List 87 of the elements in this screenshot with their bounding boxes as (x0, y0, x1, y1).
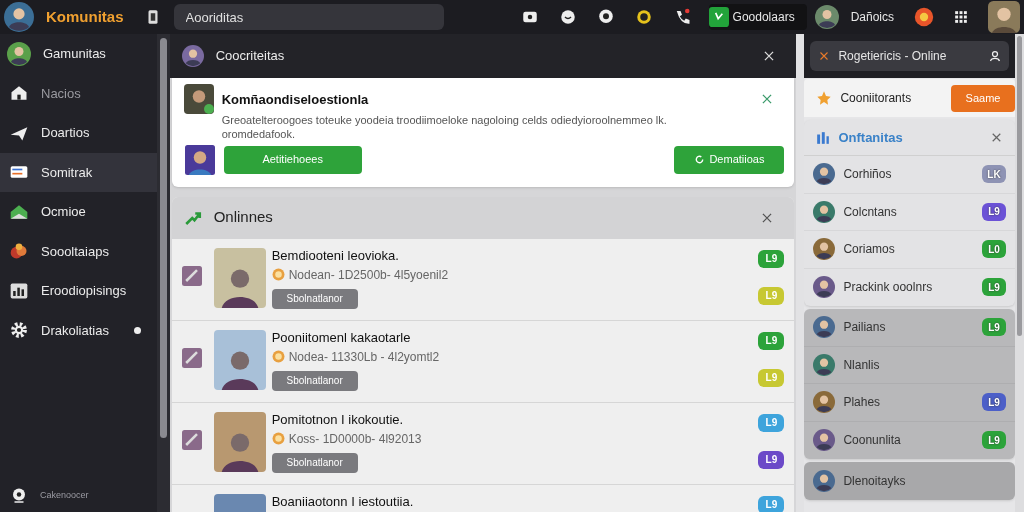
notification-title: Komñaondiseloestionla (221, 91, 370, 109)
contact-row[interactable]: Colcntans L9 (804, 193, 1015, 231)
list-row[interactable]: Boaniiaotonn I iestoutiia. L9 (171, 484, 795, 512)
sidebar-item[interactable]: Soooltaiaps (0, 231, 157, 271)
row-title: Pomitotnon I ikokoutie. (271, 411, 405, 428)
contact-row[interactable]: Plahes L9 (804, 384, 1015, 422)
row-title: Bemdiooteni leovioka. (271, 247, 400, 264)
avatar-icon (813, 391, 836, 414)
count-badge: L9 (758, 495, 785, 512)
count-badge: L9 (982, 202, 1006, 221)
promo-label: Cooniitorants (840, 90, 913, 107)
contact-row[interactable]: Corhiños LK (804, 156, 1015, 194)
badge-icon[interactable] (914, 7, 934, 27)
sidebar-item[interactable]: Drakoliatias (0, 310, 157, 350)
group-title: Onftanitas (838, 128, 904, 147)
scrollbar[interactable] (1017, 36, 1022, 336)
avatar-icon (813, 469, 836, 492)
avatar-icon (183, 84, 214, 114)
footer-text: Cakenoocer (40, 489, 89, 503)
list-row[interactable]: Pomitotnon I ikokoutie. Koss- 1D0000b- 4l92013 Sbolnatlanor L9 L9 (171, 402, 795, 485)
list-row[interactable]: Pooniitomenl kakaotarle Nodea- 11330Lb - 4l2yomtl2 Sbolnatlanor L9 L9 (171, 320, 795, 403)
user-icon (989, 50, 1001, 62)
list-row[interactable]: Bemdiooteni leovioka. Nodean- 1D2500b- 4l5yoenil2 Sbolnatlanor L9 L9 (171, 238, 795, 321)
sidebar-item[interactable]: Somitrak (0, 152, 157, 192)
avatar-icon (181, 45, 204, 67)
status-pill[interactable]: Rogetiericis - Online (810, 41, 1009, 71)
avatar-icon (813, 429, 836, 452)
coin-icon (271, 268, 285, 281)
sidebar-item[interactable]: Doartios (0, 113, 157, 153)
avatar-icon (813, 353, 836, 376)
count-badge: L9 (758, 331, 785, 350)
notification-text: Greoatelteroogoes toteuke yoodeia troodiimoeloke nagoloing celds odiedyioroolnemmeo lk. oromdedafook. (221, 112, 668, 141)
row-meta: Nodean- 1D2500b- 4l5yoenil2 (288, 266, 449, 284)
contact-row[interactable]: Coonunlita L9 (804, 421, 1015, 459)
panel-title: Coocriteitas (215, 47, 286, 66)
avatar-icon (813, 200, 836, 223)
row-button[interactable]: Sbolnatlanor (271, 452, 358, 473)
row-button[interactable]: Sbolnatlanor (271, 288, 358, 309)
count-badge: L9 (982, 393, 1006, 412)
avatar-icon[interactable] (988, 1, 1020, 33)
coin-icon (271, 350, 285, 363)
contact-row[interactable]: Prackink ooolnrs L9 (804, 268, 1015, 306)
contact-row[interactable]: Coriamos L0 (804, 231, 1015, 269)
row-meta: Nodea- 11330Lb - 4l2yomtl2 (288, 348, 440, 366)
row-title: Boaniiaotonn I iestoutiia. (271, 493, 415, 510)
star-icon (816, 90, 833, 106)
count-badge: L9 (982, 318, 1006, 337)
row-button[interactable]: Sbolnatlanor (271, 370, 358, 391)
row-title: Pooniitomenl kakaotarle (271, 329, 412, 346)
avatar-icon (813, 276, 836, 299)
settings-icon (9, 320, 29, 341)
action-button[interactable]: Goodolaars (708, 4, 807, 30)
count-badge: L0 (982, 240, 1006, 259)
avatar-icon (813, 238, 836, 261)
user-name: Dañoics (850, 9, 894, 26)
coin-icon (271, 432, 285, 445)
sidebar-item[interactable]: Nacios (0, 73, 157, 113)
chart-icon (816, 130, 831, 145)
count-badge: LK (982, 165, 1006, 184)
contact-row[interactable]: Dlenoitayks (804, 462, 1015, 500)
count-badge: L9 (758, 450, 785, 469)
avatar-icon (814, 5, 839, 29)
count-badge: L9 (758, 368, 785, 387)
sidebar-item[interactable]: Gamunitas (0, 34, 157, 74)
fruit-icon (9, 241, 29, 262)
avatar-icon (7, 41, 31, 66)
sidebar-item[interactable]: Ocmioe (0, 192, 157, 232)
contact-row[interactable]: Nlanlis (804, 346, 1015, 384)
row-meta: Koss- 1D0000b- 4l92013 (288, 430, 422, 448)
search-field[interactable]: Aooriditas (173, 4, 444, 30)
count-badge: L9 (758, 249, 785, 268)
contact-row[interactable]: Pailians L9 (804, 309, 1015, 347)
grid-icon[interactable] (954, 10, 968, 24)
close-icon (818, 50, 831, 62)
section-title: Onlinnes (213, 207, 274, 228)
avatar-icon (4, 2, 34, 32)
avatar-icon (813, 163, 836, 186)
count-badge: L9 (758, 286, 785, 305)
scrollbar[interactable] (159, 38, 167, 438)
brand-name: Komunitas (46, 6, 124, 27)
count-badge: L9 (758, 413, 785, 432)
avatar-icon (183, 144, 216, 175)
refresh-icon (694, 154, 706, 165)
count-badge: L9 (982, 431, 1006, 450)
sidebar-item[interactable]: Eroodiopisings (0, 271, 157, 311)
avatar-icon (813, 316, 836, 339)
count-badge: L9 (982, 278, 1006, 297)
